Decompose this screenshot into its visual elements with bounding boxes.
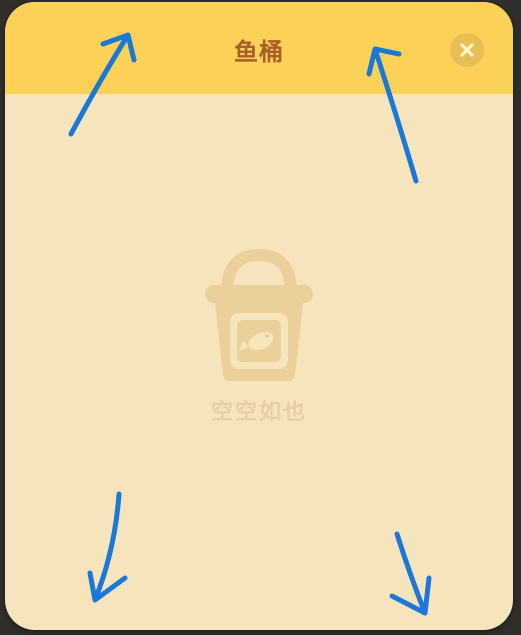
empty-state: 空空如也	[5, 247, 513, 426]
close-button[interactable]	[450, 33, 484, 67]
panel-title: 鱼桶	[234, 38, 284, 66]
fish-bucket-panel: 鱼桶 空空如也	[5, 2, 513, 630]
empty-state-label: 空空如也	[210, 400, 307, 425]
fish-bucket-icon	[205, 248, 313, 381]
panel-header: 鱼桶	[5, 2, 513, 94]
close-icon	[460, 43, 474, 57]
